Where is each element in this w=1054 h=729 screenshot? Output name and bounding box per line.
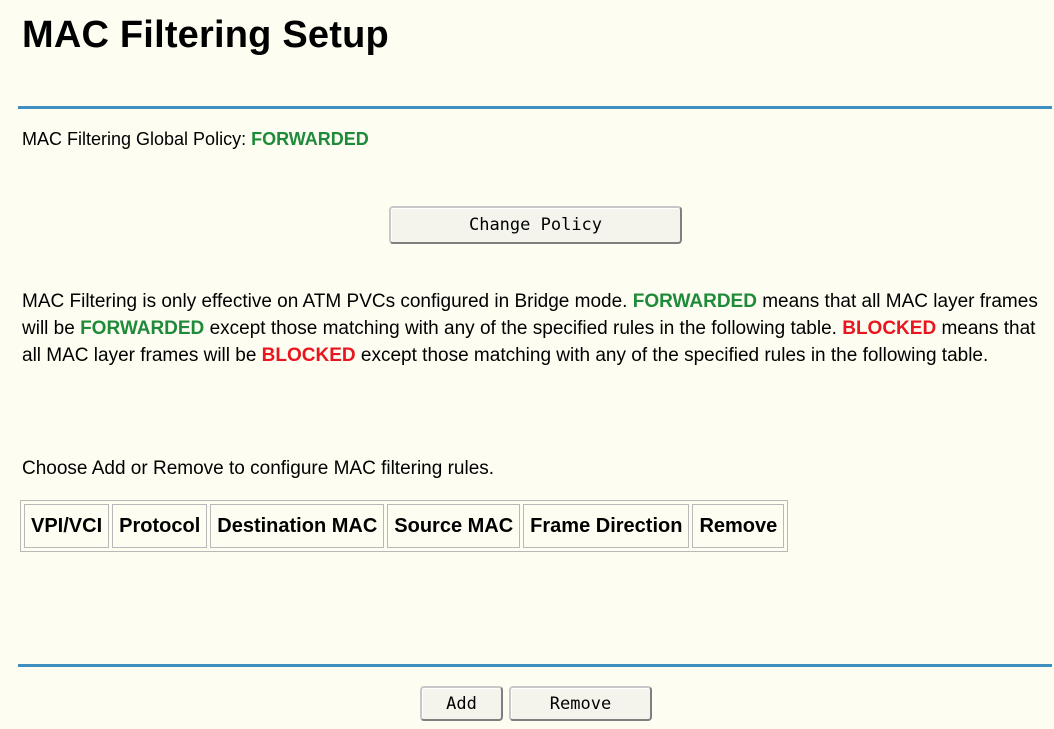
column-header-protocol: Protocol <box>112 504 208 548</box>
column-header-source-mac: Source MAC <box>387 504 521 548</box>
remove-button[interactable]: Remove <box>509 686 652 721</box>
description-text: except those matching with any of the sp… <box>355 345 989 366</box>
column-header-frame-direction: Frame Direction <box>523 504 690 548</box>
blocked-keyword: BLOCKED <box>261 345 356 366</box>
add-button[interactable]: Add <box>420 686 503 721</box>
policy-description: MAC Filtering is only effective on ATM P… <box>22 288 1052 369</box>
column-header-destination-mac: Destination MAC <box>210 504 385 548</box>
description-text: MAC Filtering is only effective on ATM P… <box>22 291 633 312</box>
forwarded-keyword: FORWARDED <box>80 318 205 339</box>
mac-filter-rules-table: VPI/VCI Protocol Destination MAC Source … <box>20 500 789 552</box>
description-text: except those matching with any of the sp… <box>204 318 843 339</box>
bottom-divider <box>18 664 1052 667</box>
top-divider <box>18 106 1052 109</box>
forwarded-keyword: FORWARDED <box>632 291 757 312</box>
global-policy-value: FORWARDED <box>251 129 369 149</box>
change-policy-button[interactable]: Change Policy <box>389 206 682 244</box>
table-header-row: VPI/VCI Protocol Destination MAC Source … <box>24 504 785 548</box>
global-policy-label: MAC Filtering Global Policy: <box>22 129 252 149</box>
blocked-keyword: BLOCKED <box>842 318 937 339</box>
global-policy-line: MAC Filtering Global Policy: FORWARDED <box>22 129 369 150</box>
column-header-vpi-vci: VPI/VCI <box>24 504 110 548</box>
page-title: MAC Filtering Setup <box>22 14 389 56</box>
column-header-remove: Remove <box>692 504 785 548</box>
instruction-text: Choose Add or Remove to configure MAC fi… <box>22 458 495 479</box>
